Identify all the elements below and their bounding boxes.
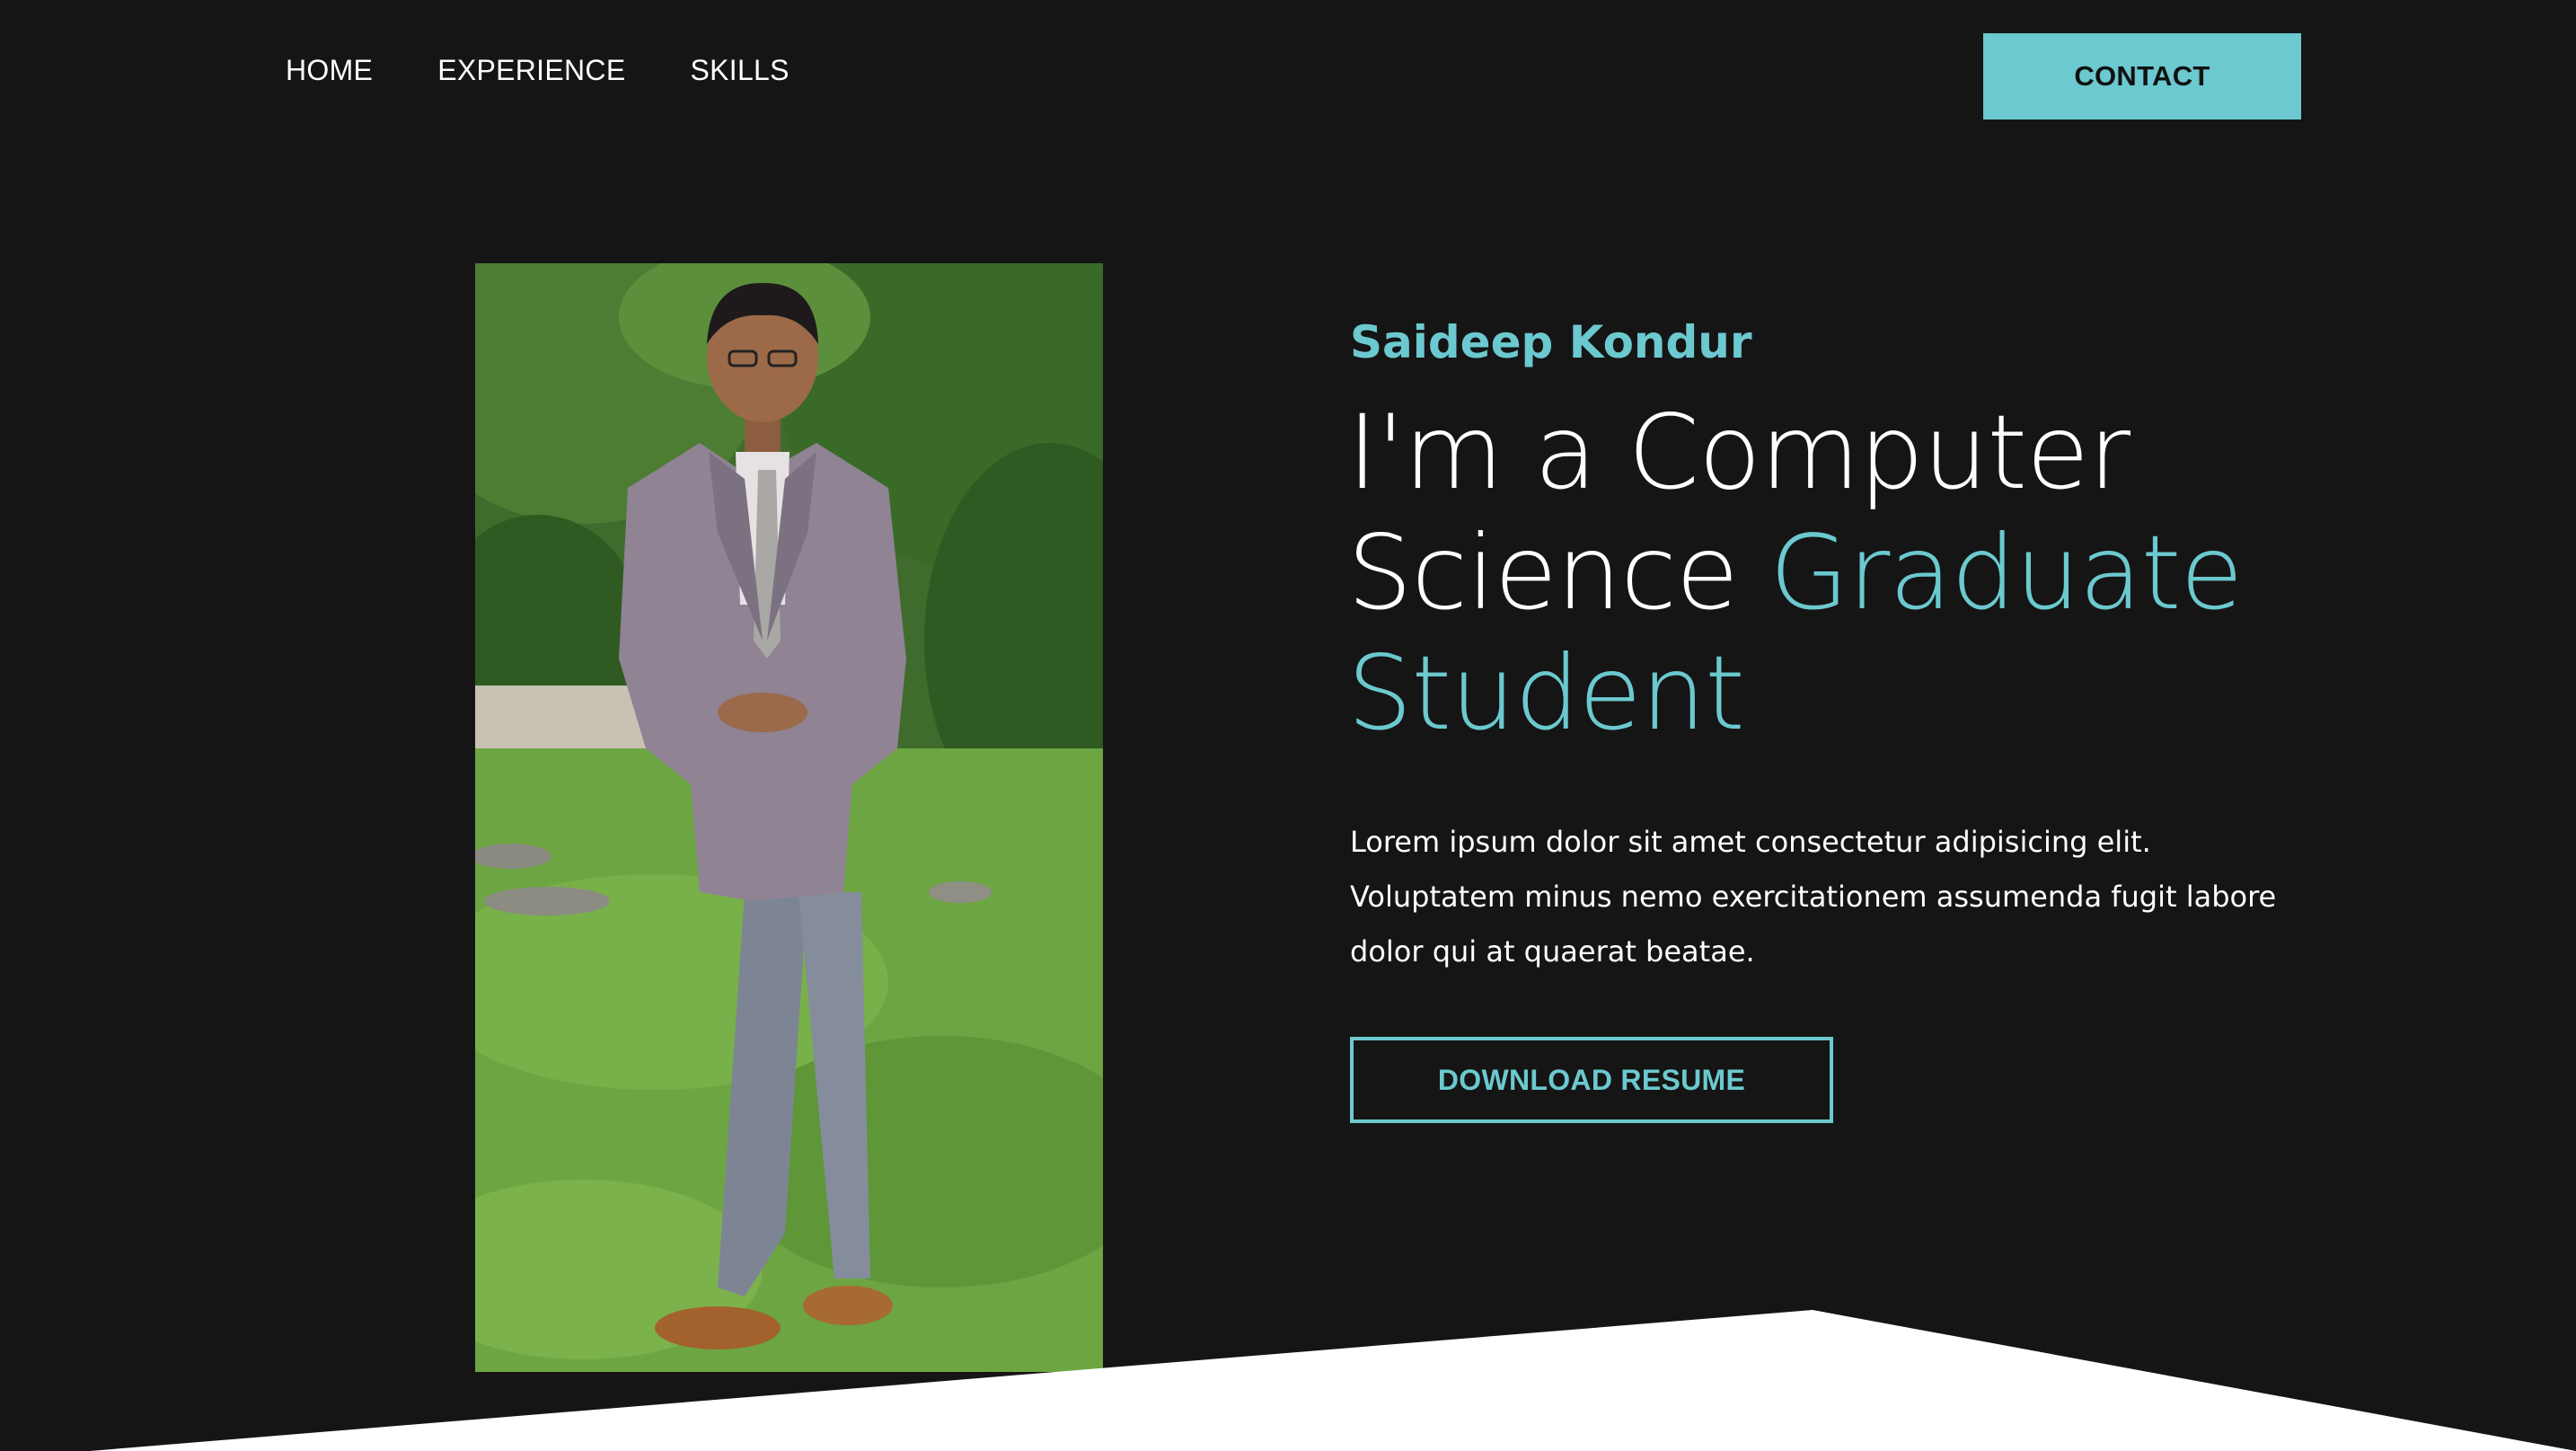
hero-name: Saideep Kondur	[1350, 316, 1752, 368]
nav-experience-link[interactable]: EXPERIENCE	[437, 54, 625, 87]
hero-description: Lorem ipsum dolor sit amet consectetur a…	[1350, 825, 2277, 969]
profile-photo	[475, 263, 1103, 1372]
profile-photo-illustration	[475, 263, 1103, 1372]
contact-button[interactable]: CONTACT	[1983, 33, 2301, 119]
main-nav: HOME EXPERIENCE SKILLS	[286, 54, 790, 87]
hero-title: I'm a Computer Science Graduate Student	[1347, 393, 2380, 754]
nav-skills-link[interactable]: SKILLS	[690, 54, 789, 87]
download-resume-button[interactable]: DOWNLOAD RESUME	[1350, 1037, 1833, 1123]
nav-home-link[interactable]: HOME	[286, 54, 373, 87]
